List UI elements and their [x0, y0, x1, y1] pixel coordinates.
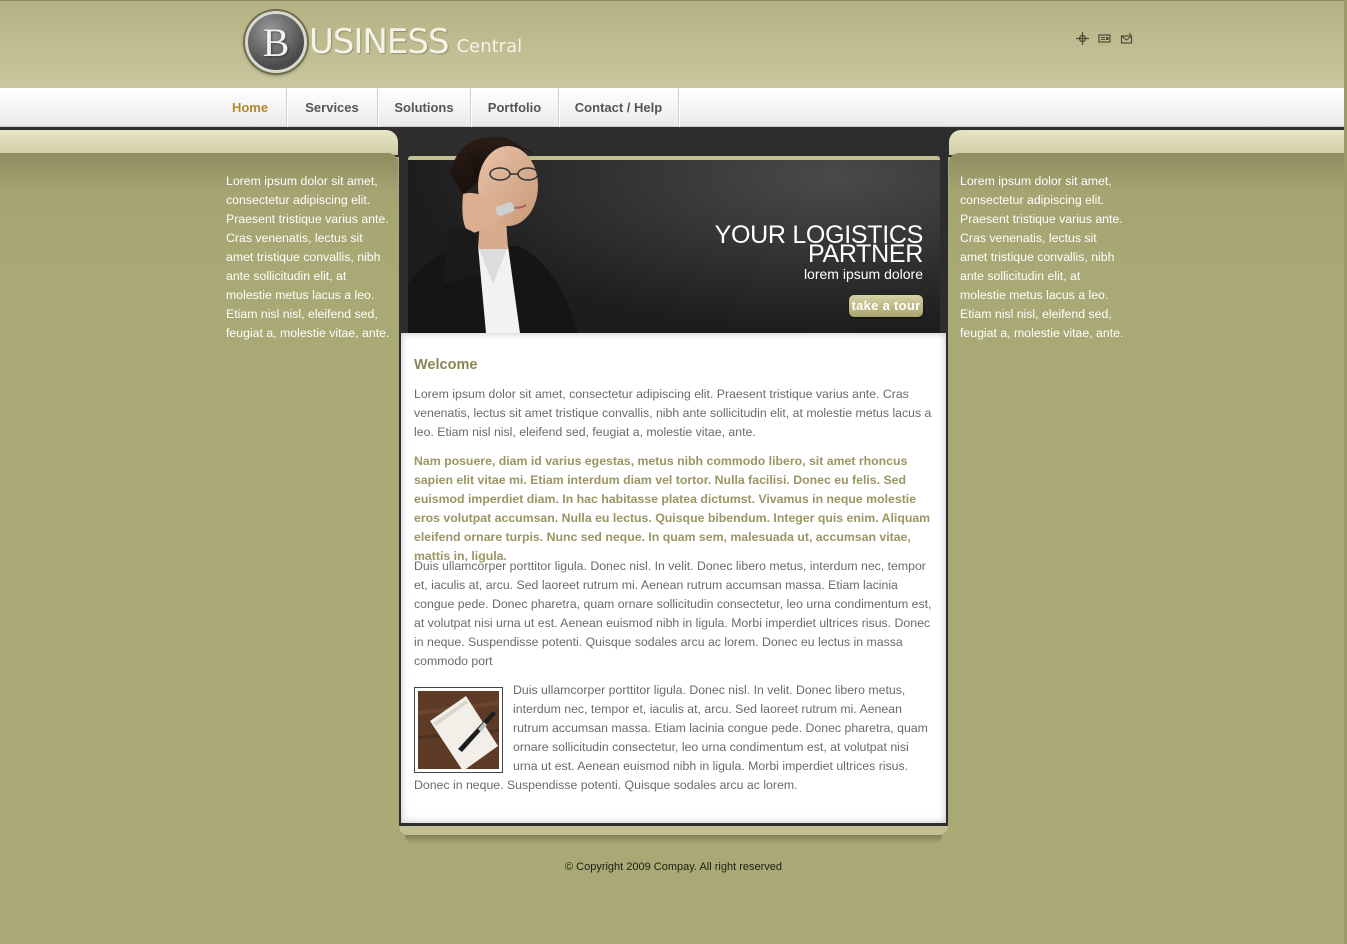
- banner-title: YOUR LOGISTICS PARTNER: [640, 223, 924, 267]
- utility-icons: [1076, 32, 1133, 45]
- nav-item-solutions[interactable]: Solutions: [378, 88, 471, 127]
- right-sidebar-text: Lorem ipsum dolor sit amet, consectetur …: [960, 174, 1124, 340]
- content-bottom-trim: [399, 823, 948, 835]
- logo-wordmark: USINESS: [309, 22, 450, 62]
- notebook-pen-thumbnail: [414, 687, 503, 773]
- notebook-pen-image: [418, 691, 499, 771]
- banner-subtitle: lorem ipsum dolore: [803, 266, 923, 282]
- intro-paragraph: Lorem ipsum dolor sit amet, consectetur …: [414, 387, 932, 439]
- copyright-text: © Copyright 2009 Compay. All right reser…: [564, 861, 782, 873]
- contact-card-icon[interactable]: [1098, 32, 1111, 45]
- banner-title-line2: PARTNER: [807, 240, 923, 268]
- site-logo[interactable]: B USINESS Central: [245, 10, 522, 74]
- nav-item-home[interactable]: Home: [214, 88, 287, 127]
- nav-list: Home Services Solutions Portfolio Contac…: [214, 88, 679, 127]
- main-navigation: Home Services Solutions Portfolio Contac…: [0, 88, 1347, 127]
- nav-item-portfolio[interactable]: Portfolio: [471, 88, 559, 127]
- logo-subtitle: Central: [456, 35, 523, 57]
- nav-item-services[interactable]: Services: [287, 88, 378, 127]
- highlight-paragraph: Nam posuere, diam id varius egestas, met…: [414, 454, 931, 563]
- logo-emblem: B: [245, 11, 307, 73]
- welcome-heading: Welcome: [414, 357, 478, 373]
- sitemap-icon[interactable]: [1076, 32, 1089, 45]
- nav-item-contact-help[interactable]: Contact / Help: [559, 88, 679, 127]
- left-panel-tab: [0, 130, 398, 155]
- header-band: B USINESS Central: [0, 0, 1347, 88]
- left-sidebar-text: Lorem ipsum dolor sit amet, consectetur …: [226, 174, 390, 340]
- right-panel-tab: [949, 130, 1347, 155]
- content-shadow: [405, 835, 942, 844]
- footer-copyright: © Copyright 2009 Compay. All right reser…: [0, 861, 1347, 873]
- businesswoman-photo: [408, 136, 578, 333]
- take-a-tour-button[interactable]: take a tour: [849, 295, 923, 317]
- mail-icon[interactable]: [1120, 32, 1133, 45]
- body-paragraph: Duis ullamcorper porttitor ligula. Donec…: [414, 559, 932, 668]
